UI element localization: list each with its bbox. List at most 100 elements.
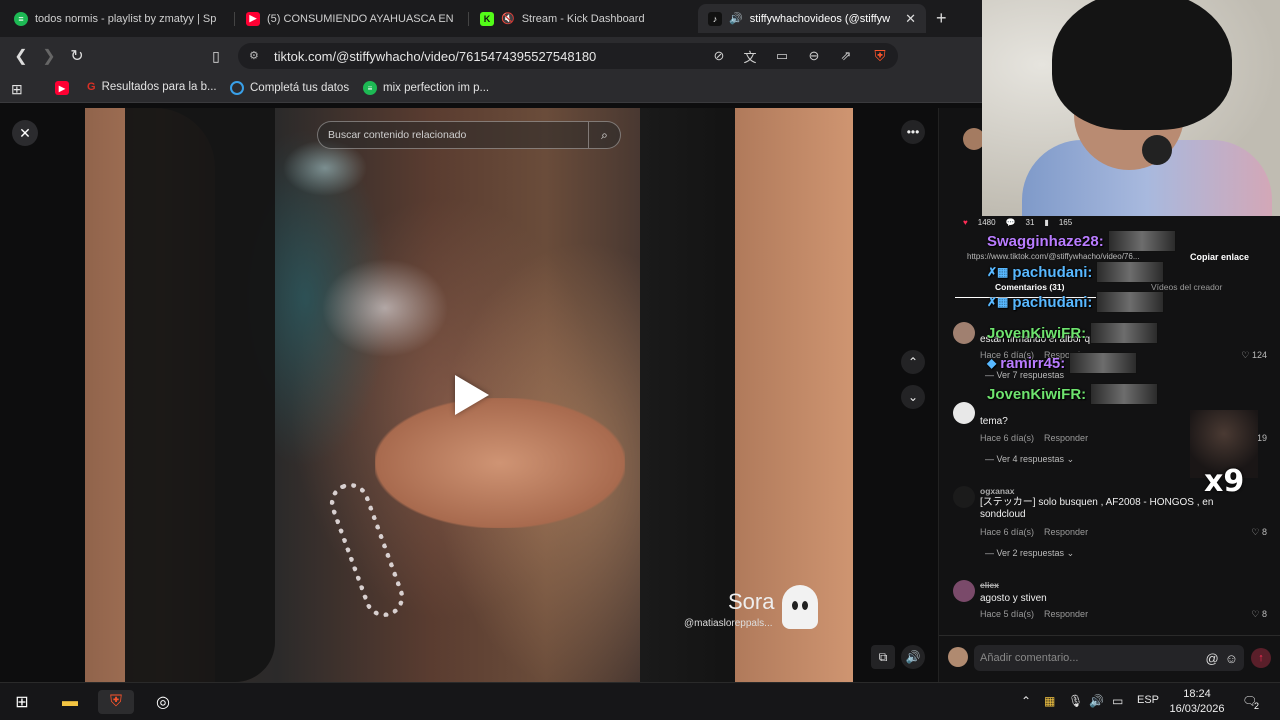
new-tab-button[interactable]: + xyxy=(936,8,947,29)
comment-like[interactable]: ♡ 8 xyxy=(1251,527,1267,538)
bookmark-google[interactable]: G Resultados para la b... xyxy=(87,81,217,93)
reply-button[interactable]: Responder xyxy=(1044,433,1088,443)
comments-count: 31 xyxy=(1025,218,1035,227)
close-tab-icon[interactable]: ✕ xyxy=(905,11,916,27)
tab-title: stiffywhachovideos (@stiffyw xyxy=(749,12,891,25)
spotify-icon: ≡ xyxy=(363,81,377,95)
url-field[interactable]: ⚙ tiktok.com/@stiffywhacho/video/7615474… xyxy=(238,43,898,69)
site-settings-icon[interactable]: ⚙ xyxy=(249,49,259,62)
comment-like[interactable]: ♡ 8 xyxy=(1251,609,1267,620)
comment-user[interactable]: ogxanax xyxy=(980,486,1015,496)
video-frame-hands xyxy=(375,398,625,528)
comment-icon[interactable]: 💬 xyxy=(1006,218,1016,227)
view-replies[interactable]: — Ver 2 respuestas ⌄ xyxy=(985,548,1074,559)
zoom-icon[interactable]: ⊖ xyxy=(804,46,824,66)
reply-button[interactable]: Responder xyxy=(1044,609,1088,619)
tab-title: Stream - Kick Dashboard xyxy=(521,12,645,25)
translate-icon[interactable]: 文 xyxy=(740,46,760,66)
clock[interactable]: 18:24 16/03/2026 xyxy=(1167,687,1227,717)
bookmark-youtube[interactable]: ▶ xyxy=(55,81,69,95)
bookmark-datos[interactable]: Completá tus datos xyxy=(230,81,349,95)
notification-count: 2 xyxy=(1254,701,1260,711)
search-placeholder: Buscar contenido relacionado xyxy=(328,129,467,141)
tab-title: todos normis - playlist by zmatyy | Sp xyxy=(35,12,217,25)
bookmark-label: mix perfection im p... xyxy=(383,82,490,94)
avatar[interactable] xyxy=(953,486,975,508)
brave-shields-icon[interactable]: ⛨ xyxy=(870,46,890,66)
comment-text: tema? xyxy=(980,416,1008,427)
show-hidden-icons[interactable]: ⌃ xyxy=(1021,694,1031,708)
comment-text: [ステッカー] solo busquen , AF2008 - HONGOS ,… xyxy=(980,497,1214,520)
microphone-icon[interactable]: 🎙 xyxy=(1068,694,1083,708)
more-options-icon[interactable]: ••• xyxy=(901,120,925,144)
back-icon[interactable]: ❮ xyxy=(10,45,32,67)
comment-user[interactable]: eliex xyxy=(980,580,999,590)
save-icon[interactable]: ▮ xyxy=(1044,218,1048,227)
comment-meta: Hace 5 día(s) Responder xyxy=(980,609,1088,619)
chat-line: ✗▦ pachudani: xyxy=(987,291,1165,313)
close-icon[interactable]: ✕ xyxy=(12,120,38,146)
tab-spotify[interactable]: ≡ todos normis - playlist by zmatyy | Sp xyxy=(4,4,232,33)
comment-time: Hace 5 día(s) xyxy=(980,609,1035,619)
send-icon[interactable]: ↑ xyxy=(1251,648,1271,668)
url-text: tiktok.com/@stiffywhacho/video/761547439… xyxy=(274,48,597,64)
reply-button[interactable]: Responder xyxy=(1044,527,1088,537)
comment-bar: Añadir comentario... @ ☺ ↑ xyxy=(938,642,1280,674)
tab-youtube[interactable]: ▶ (5) CONSUMIENDO AYAHUASCA EN xyxy=(236,4,466,33)
related-search-input[interactable]: Buscar contenido relacionado ⌕ xyxy=(317,121,621,149)
chevron-down-icon[interactable]: ⌄ xyxy=(901,385,925,409)
tab-kick[interactable]: K 🔇 Stream - Kick Dashboard xyxy=(470,4,696,33)
play-icon[interactable] xyxy=(455,375,489,415)
watermark-handle: @matiasloreppals... xyxy=(684,618,773,629)
clock-time: 18:24 xyxy=(1183,688,1211,700)
muted-speaker-icon[interactable]: 🔇 xyxy=(501,12,515,25)
replies-label: Ver 2 respuestas xyxy=(996,548,1065,558)
speaker-icon[interactable]: 🔊 xyxy=(729,12,743,25)
divider xyxy=(939,635,1280,636)
chat-line: JovenKiwiFR: xyxy=(987,383,1159,405)
share-link: https://www.tiktok.com/@stiffywhacho/vid… xyxy=(967,252,1140,261)
mini-player-icon[interactable]: ⧉ xyxy=(871,645,895,669)
avatar[interactable] xyxy=(953,580,975,602)
video-frame-shirt xyxy=(125,108,275,682)
obs-icon[interactable]: ◎ xyxy=(151,690,175,714)
language-indicator[interactable]: ESP xyxy=(1137,694,1159,706)
webcam-hair xyxy=(1052,0,1232,130)
apps-grid-icon[interactable]: ⊞ xyxy=(11,81,23,98)
share-icon[interactable]: ⇗ xyxy=(836,46,856,66)
forward-icon[interactable]: ❯ xyxy=(38,45,60,67)
volume-icon[interactable]: 🔊 xyxy=(901,645,925,669)
chat-emote xyxy=(1096,261,1165,283)
avatar[interactable] xyxy=(953,402,975,424)
tray-app-icon[interactable]: ▦ xyxy=(1044,694,1055,708)
avatar[interactable] xyxy=(953,322,975,344)
tab-bar: ≡ todos normis - playlist by zmatyy | Sp… xyxy=(0,0,982,37)
search-icon[interactable]: ⌕ xyxy=(588,122,620,148)
brave-taskbar-icon[interactable]: ⛨ xyxy=(98,690,134,714)
reload-icon[interactable]: ↻ xyxy=(66,45,88,67)
youtube-icon: ▶ xyxy=(55,81,69,95)
heart-icon[interactable]: ♥ xyxy=(963,218,968,227)
copy-link-button[interactable]: Copiar enlace xyxy=(1190,252,1249,262)
bookmark-label: Completá tus datos xyxy=(250,82,350,94)
notifications-off-icon[interactable]: ⊘ xyxy=(709,46,729,66)
watermark-name: Sora xyxy=(728,589,775,614)
network-icon[interactable]: ▭ xyxy=(1112,694,1123,708)
chat-username: pachudani: xyxy=(1012,293,1093,311)
emoji-icon[interactable]: ☺ xyxy=(1225,651,1238,666)
mention-icon[interactable]: @ xyxy=(1206,651,1219,666)
cast-icon[interactable]: ▭ xyxy=(772,46,792,66)
bookmark-icon[interactable]: ▯ xyxy=(205,45,227,67)
comment-input[interactable]: Añadir comentario... @ ☺ xyxy=(974,645,1244,671)
tab-tiktok[interactable]: ♪ 🔊 stiffywhachovideos (@stiffyw ✕ xyxy=(698,4,926,33)
circle-icon xyxy=(230,81,244,95)
saves-count: 165 xyxy=(1058,218,1073,227)
view-replies[interactable]: — Ver 4 respuestas ⌄ xyxy=(985,454,1074,465)
chevron-up-icon[interactable]: ⌃ xyxy=(901,350,925,374)
file-explorer-icon[interactable]: ▬ xyxy=(58,690,82,714)
comment-like[interactable]: ♡ 124 xyxy=(1241,350,1267,361)
volume-icon[interactable]: 🔊 xyxy=(1089,694,1104,708)
bookmark-mix[interactable]: ≡ mix perfection im p... xyxy=(363,81,489,95)
tab-divider xyxy=(468,12,469,26)
windows-start-icon[interactable]: ⊞ xyxy=(10,690,34,714)
